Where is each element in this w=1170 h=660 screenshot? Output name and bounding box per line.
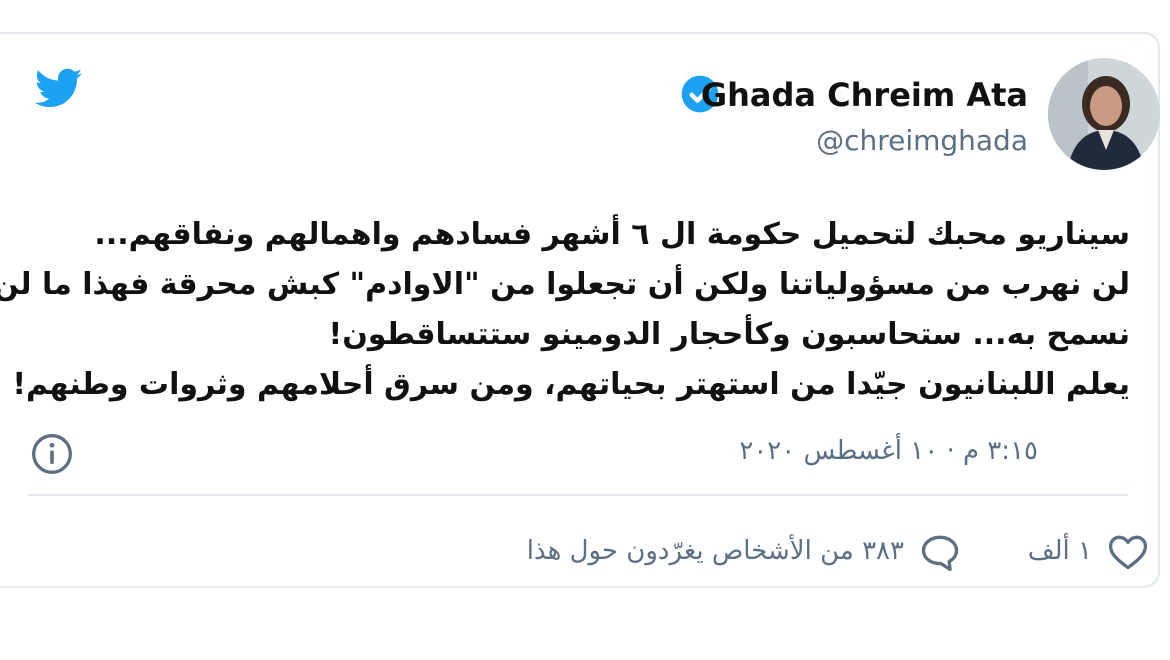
tweet-text-line: لن نهرب من مسؤولياتنا ولكن أن تجعلوا من … (0, 267, 1130, 302)
tweet-text: سيناريو محبك لتحميل حكومة ال ٦ أشهر فساد… (0, 210, 1130, 410)
avatar-image (1048, 58, 1160, 170)
replies-text[interactable]: ٣٨٣ من الأشخاص يغرّدون حول هذا (527, 536, 904, 566)
tweet-timestamp[interactable]: ٣:١٥ م · ١٠ أغسطس ٢٠٢٠ (739, 436, 1038, 466)
twitter-bird-icon[interactable] (30, 64, 88, 112)
tweet-card: Ghada Chreim Ata @chreimghada سيناريو مح… (0, 32, 1160, 588)
tweet-text-line: سيناريو محبك لتحميل حكومة ال ٦ أشهر فساد… (94, 217, 1130, 252)
like-count[interactable]: ١ ألف (1028, 536, 1092, 566)
tweet-actions: ١ ألف ٣٨٣ من الأشخاص يغرّدون حول هذا (0, 530, 1158, 580)
info-icon[interactable] (30, 432, 74, 476)
heart-icon[interactable] (1106, 530, 1150, 574)
tweet-text-line: يعلم اللبنانيون جيّدا من استهتر بحياتهم،… (12, 367, 1130, 402)
reply-bubble-icon[interactable] (918, 530, 962, 574)
author-handle[interactable]: @chreimghada (816, 124, 1028, 157)
tweet-text-line: نسمح به... ستحاسبون وكأحجار الدومينو ستت… (328, 317, 1130, 352)
avatar[interactable] (1048, 58, 1160, 170)
divider (28, 494, 1128, 496)
author-display-name[interactable]: Ghada Chreim Ata (701, 76, 1028, 114)
